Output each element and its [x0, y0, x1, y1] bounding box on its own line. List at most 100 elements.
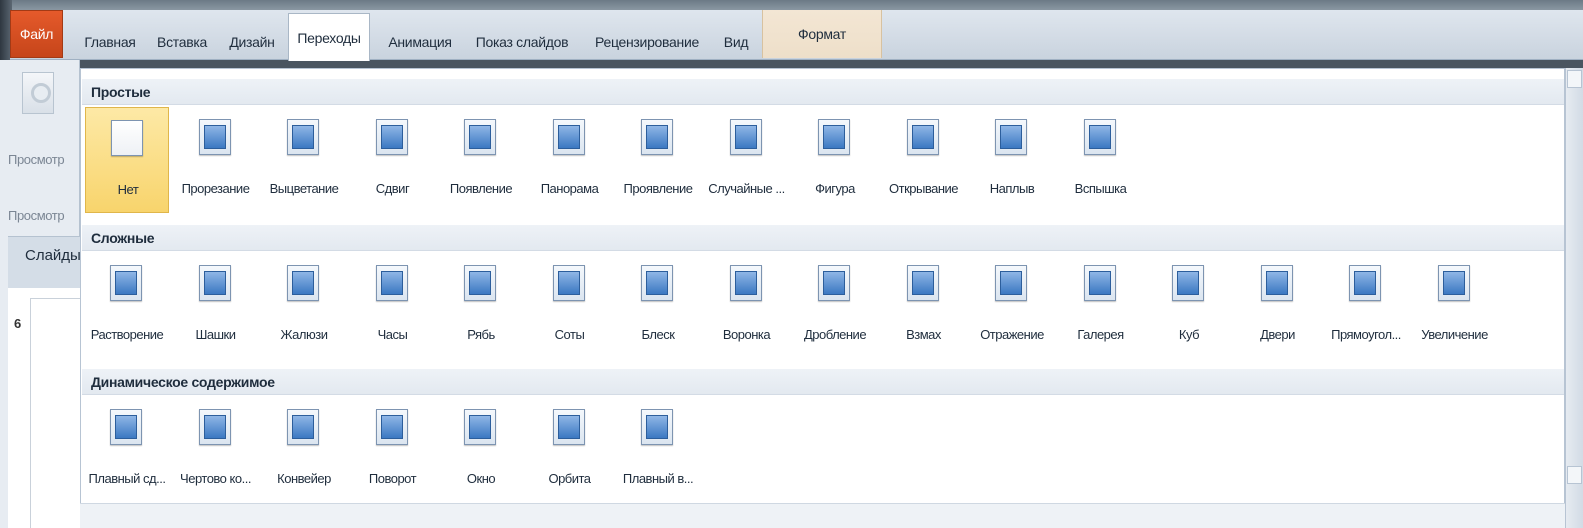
cover-transition-icon	[995, 119, 1027, 155]
transition-item[interactable]: Поворот	[351, 397, 435, 503]
flip-transition-icon	[995, 265, 1027, 301]
transition-item[interactable]: Дробление	[793, 253, 877, 359]
transition-item[interactable]: Орбита	[528, 397, 612, 503]
transition-item[interactable]: Галерея	[1059, 253, 1143, 359]
transition-item-label: Орбита	[548, 471, 591, 486]
vortex-transition-icon	[729, 265, 762, 301]
transition-item[interactable]: Воронка	[705, 253, 789, 359]
transition-item[interactable]: Нет	[85, 107, 169, 213]
tab-design[interactable]: Дизайн	[224, 24, 280, 60]
slides-tab-label: Слайды	[25, 247, 81, 264]
icon-fill	[469, 415, 491, 439]
transition-item[interactable]: Прямоугол...	[1324, 253, 1408, 359]
cut-transition-icon	[198, 119, 231, 155]
icon-fill	[203, 271, 226, 295]
icon-fill	[734, 271, 757, 295]
transition-item[interactable]: Выцветание	[262, 107, 346, 213]
tab-slide-show[interactable]: Показ слайдов	[466, 24, 578, 60]
transition-item[interactable]: Увеличение	[1413, 253, 1497, 359]
icon-fill	[1000, 125, 1022, 149]
icon-fill	[380, 415, 403, 439]
transition-item-label: Воронка	[722, 327, 771, 342]
transition-item[interactable]: Чертово ко...	[174, 397, 258, 503]
transition-item-label: Взмах	[906, 327, 941, 342]
transition-item[interactable]: Наплыв	[970, 107, 1054, 213]
window-transition-icon	[464, 409, 496, 445]
tab-transitions[interactable]: Переходы	[288, 13, 370, 61]
shred-transition-icon	[818, 265, 850, 301]
transition-item[interactable]: Случайные ...	[705, 107, 789, 213]
tab-insert[interactable]: Вставка	[152, 24, 212, 60]
icon-fill	[203, 125, 226, 149]
transition-gallery: Простые Нет Прорезание Выцветание Сдвиг Появл…	[80, 68, 1565, 508]
transition-item[interactable]: Рябь	[439, 253, 523, 359]
shape-transition-icon	[818, 119, 850, 155]
flash-transition-icon	[1083, 119, 1116, 155]
gallery-section-header: Сложные	[82, 225, 1564, 251]
icon-fill	[292, 125, 314, 149]
tab-review[interactable]: Рецензирование	[588, 24, 706, 60]
transition-item[interactable]: Двери	[1236, 253, 1320, 359]
scroll-up-button[interactable]	[1567, 70, 1582, 88]
scroll-down-button[interactable]	[1567, 466, 1582, 484]
transition-item[interactable]: Жалюзи	[262, 253, 346, 359]
transition-item[interactable]: Блеск	[616, 253, 700, 359]
blinds-transition-icon	[287, 265, 319, 301]
transition-item[interactable]: Плавный сд...	[85, 397, 169, 503]
transition-item-label: Сдвиг	[375, 181, 410, 196]
slides-tab[interactable]: Слайды	[8, 236, 81, 288]
tab-format[interactable]: Формат	[762, 10, 882, 58]
preview-button-label[interactable]: Просмотр	[8, 152, 65, 167]
transition-item[interactable]: Шашки	[174, 253, 258, 359]
preview-icon[interactable]	[22, 72, 54, 114]
checkerboard-transition-icon	[198, 265, 231, 301]
transition-item[interactable]: Куб	[1147, 253, 1231, 359]
ribbon-tab-bar: Файл Главная Вставка Дизайн Переходы Ани…	[10, 10, 1583, 61]
transition-item[interactable]: Часы	[351, 253, 435, 359]
transition-item[interactable]: Фигура	[793, 107, 877, 213]
cube-transition-icon	[1172, 265, 1204, 301]
tab-view[interactable]: Вид	[716, 24, 756, 60]
transition-item[interactable]: Растворение	[85, 253, 169, 359]
transition-item[interactable]: Взмах	[882, 253, 966, 359]
icon-fill	[1177, 271, 1199, 295]
transition-item[interactable]: Плавный в...	[616, 397, 700, 503]
icon-fill	[1000, 271, 1022, 295]
gallery-section-header: Динамическое содержимое	[82, 369, 1564, 395]
icon-fill	[734, 125, 757, 149]
transition-item-label: Растворение	[90, 327, 164, 342]
transition-item[interactable]: Сдвиг	[351, 107, 435, 213]
gallery-scrollbar[interactable]	[1565, 68, 1583, 528]
reveal-transition-icon	[641, 119, 673, 155]
icon-fill	[557, 125, 580, 149]
tab-file[interactable]: Файл	[10, 10, 63, 58]
icon-fill	[1265, 271, 1288, 295]
transition-item[interactable]: Конвейер	[262, 397, 346, 503]
transition-item-label: Окно	[466, 471, 496, 486]
icon-fill	[203, 415, 226, 439]
transition-item-label: Поворот	[368, 471, 417, 486]
transition-item[interactable]: Проявление	[616, 107, 700, 213]
transition-item[interactable]: Открывание	[882, 107, 966, 213]
transition-item-label: Галерея	[1077, 327, 1124, 342]
transition-item[interactable]: Соты	[528, 253, 612, 359]
slide-thumbnail[interactable]	[30, 298, 86, 528]
box-transition-icon	[1349, 265, 1381, 301]
tab-home[interactable]: Главная	[80, 24, 140, 60]
icon-fill	[1088, 125, 1111, 149]
transition-item[interactable]: Панорама	[528, 107, 612, 213]
transition-item-label: Куб	[1178, 327, 1200, 342]
transition-item[interactable]: Вспышка	[1059, 107, 1143, 213]
icon-fill	[911, 271, 934, 295]
tab-animation[interactable]: Анимация	[382, 24, 458, 60]
clock-transition-icon	[375, 265, 408, 301]
transition-item[interactable]: Появление	[439, 107, 523, 213]
icon-fill	[646, 415, 668, 439]
transition-item[interactable]: Окно	[439, 397, 523, 503]
transition-item-label: Увеличение	[1421, 327, 1488, 342]
slides-list: 6	[8, 288, 86, 528]
transition-item-label: Шашки	[195, 327, 236, 342]
transition-item[interactable]: Отражение	[970, 253, 1054, 359]
icon-fill	[1354, 271, 1376, 295]
transition-item[interactable]: Прорезание	[174, 107, 258, 213]
